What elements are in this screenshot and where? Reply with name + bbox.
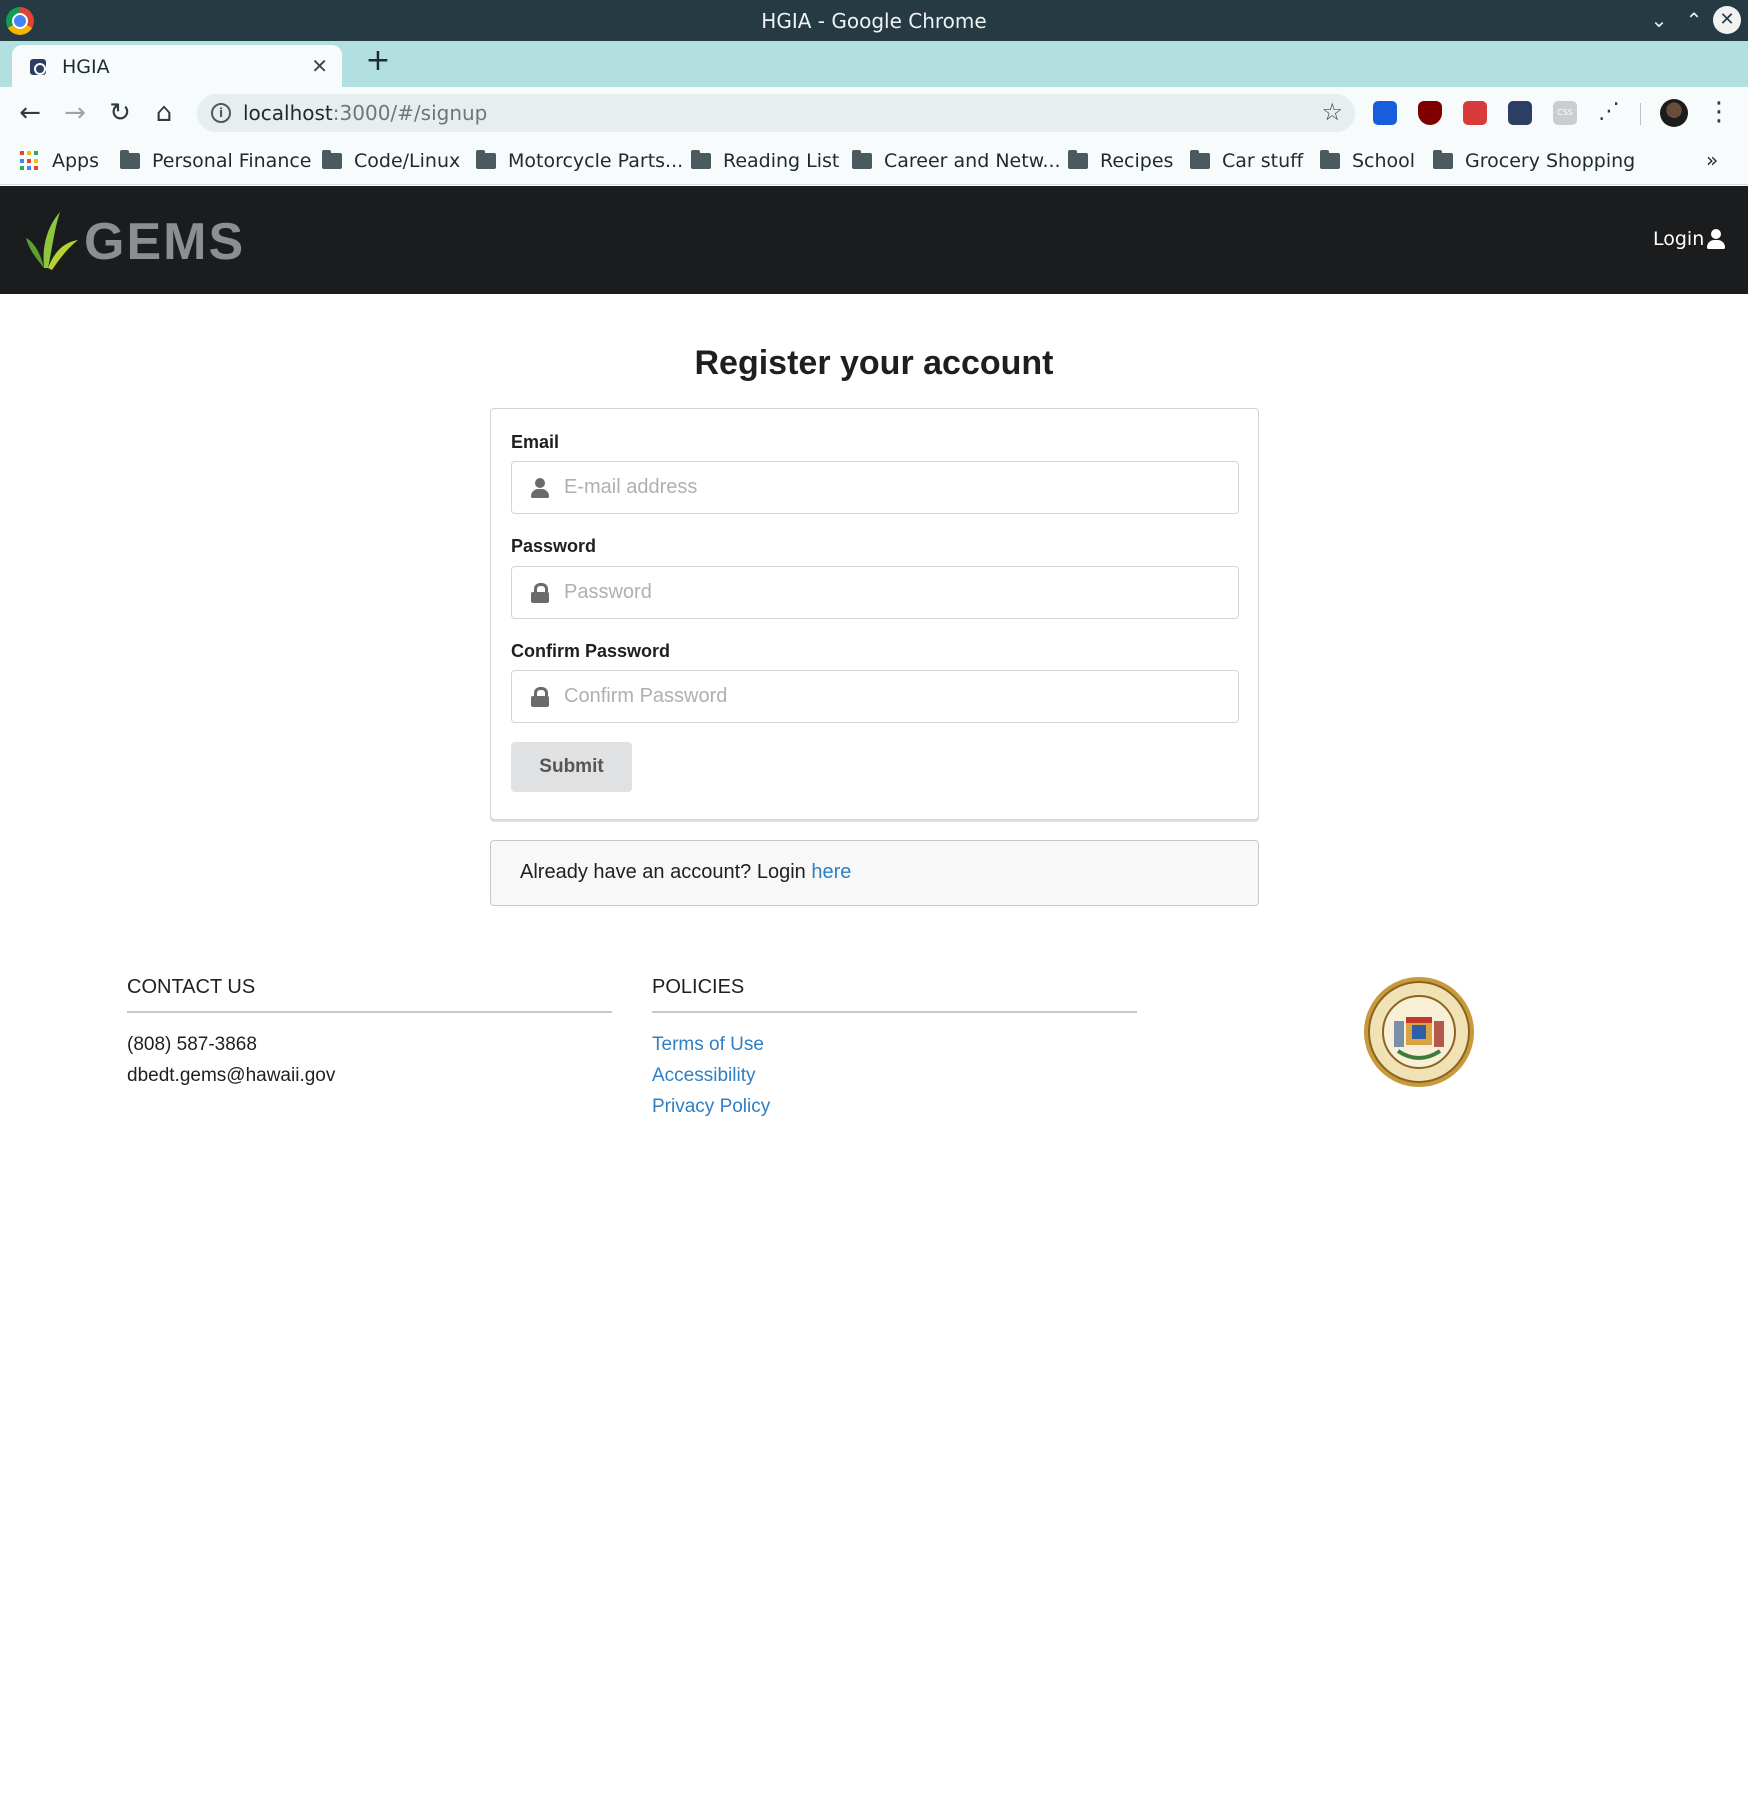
site-info-icon[interactable]: i (211, 103, 231, 123)
leaf-logo-icon (26, 212, 78, 270)
bookmark-folder[interactable]: Code/Linux (322, 148, 460, 174)
folder-icon (691, 150, 711, 169)
page-title: Register your account (694, 344, 1054, 382)
bookmark-folder[interactable]: Personal Finance (120, 148, 312, 174)
bookmark-folder[interactable]: Car stuff (1190, 148, 1303, 174)
ublock-extension-icon[interactable] (1418, 101, 1442, 125)
email-label: Email (511, 432, 560, 452)
browser-toolbar: ← → ↻ ⌂ i localhost:3000/#/signup ☆ CSS … (0, 87, 1748, 139)
window-title: HGIA - Google Chrome (761, 9, 987, 33)
maximize-icon[interactable]: ⌃ (1680, 6, 1708, 34)
profile-avatar[interactable] (1660, 99, 1688, 127)
browser-tab[interactable]: HGIA ✕ (12, 45, 342, 87)
privacy-policy-link[interactable]: Privacy Policy (652, 1091, 1137, 1122)
state-seal-icon (1364, 977, 1474, 1087)
folder-icon (1433, 150, 1453, 169)
close-window-icon[interactable]: ✕ (1713, 6, 1741, 34)
policies-heading: POLICIES (652, 976, 1137, 1013)
folder-icon (476, 150, 496, 169)
password-label: Password (511, 536, 597, 556)
submit-button[interactable]: Submit (511, 742, 632, 792)
new-tab-icon[interactable]: + (363, 46, 393, 76)
terms-of-use-link[interactable]: Terms of Use (652, 1029, 1137, 1060)
url-text: localhost:3000/#/signup (243, 101, 488, 125)
email-input[interactable] (564, 462, 1224, 513)
home-icon[interactable]: ⌂ (148, 97, 180, 129)
bookmark-star-icon[interactable]: ☆ (1321, 98, 1343, 126)
tab-title: HGIA (62, 56, 110, 78)
bookmark-folder[interactable]: Reading List (691, 148, 839, 174)
toolbar-divider (1640, 103, 1641, 125)
bookmark-folder[interactable]: Motorcycle Parts... (476, 148, 683, 174)
folder-icon (1190, 150, 1210, 169)
user-icon (530, 478, 550, 498)
folder-icon (322, 150, 342, 169)
login-message: Already have an account? Login here (490, 840, 1259, 906)
bookmark-folder[interactable]: School (1320, 148, 1415, 174)
contact-email: dbedt.gems@hawaii.gov (127, 1065, 336, 1086)
back-arrow-icon[interactable]: ← (14, 97, 46, 129)
login-link[interactable]: Login (1653, 228, 1726, 250)
folder-icon (1320, 150, 1340, 169)
lock-icon (531, 687, 549, 707)
blue-extension-icon[interactable] (1508, 101, 1532, 125)
red-extension-icon[interactable] (1463, 101, 1487, 125)
confirm-password-label: Confirm Password (511, 641, 671, 661)
login-message-text: Already have an account? Login (520, 861, 812, 883)
bookmarks-bar: Apps Personal Finance Code/Linux Motorcy… (0, 139, 1748, 185)
tab-favicon-icon (30, 59, 46, 75)
password-field[interactable] (511, 566, 1239, 619)
bookmarks-overflow-icon[interactable]: » (1706, 148, 1718, 172)
tab-close-icon[interactable]: ✕ (311, 54, 328, 78)
lock-icon (531, 583, 549, 603)
folder-icon (852, 150, 872, 169)
email-field[interactable] (511, 461, 1239, 514)
bookmark-apps[interactable]: Apps (20, 148, 99, 174)
tab-strip: HGIA ✕ + (0, 41, 1748, 87)
bookmark-folder[interactable]: Career and Netw... (852, 148, 1061, 174)
folder-icon (120, 150, 140, 169)
footer-policies: POLICIES Terms of Use Accessibility Priv… (652, 976, 1137, 1122)
password-input[interactable] (564, 567, 1224, 618)
address-bar[interactable]: i localhost:3000/#/signup ☆ (197, 94, 1355, 132)
folder-icon (1068, 150, 1088, 169)
login-here-link[interactable]: here (811, 861, 851, 883)
contact-heading: CONTACT US (127, 976, 612, 1013)
browser-title-bar: HGIA - Google Chrome ⌄ ⌃ ✕ (0, 0, 1748, 41)
brand-name: GEMS (84, 213, 246, 271)
chrome-menu-icon[interactable]: ⋮ (1706, 97, 1732, 127)
minimize-icon[interactable]: ⌄ (1645, 6, 1673, 34)
bookmark-folder[interactable]: Recipes (1068, 148, 1173, 174)
bitwarden-extension-icon[interactable] (1373, 101, 1397, 125)
bookmark-folder[interactable]: Grocery Shopping (1433, 148, 1635, 174)
app-navbar: GEMS Login (0, 186, 1748, 294)
user-icon (1706, 229, 1726, 249)
confirm-password-field[interactable] (511, 670, 1239, 723)
reload-icon[interactable]: ↻ (104, 97, 136, 129)
extension-puzzle-icon[interactable]: ⋰ (1597, 101, 1621, 125)
footer-contact: CONTACT US (808) 587-3868 dbedt.gems@haw… (127, 976, 612, 1091)
forward-arrow-icon[interactable]: → (59, 97, 91, 129)
gems-logo[interactable]: GEMS (20, 208, 243, 272)
apps-grid-icon (20, 151, 40, 171)
accessibility-link[interactable]: Accessibility (652, 1060, 1137, 1091)
confirm-password-input[interactable] (564, 671, 1224, 722)
signup-form: Email Password Confirm Password Submit (490, 408, 1259, 820)
contact-phone: (808) 587-3868 (127, 1034, 257, 1055)
css-extension-icon[interactable]: CSS (1553, 101, 1577, 125)
